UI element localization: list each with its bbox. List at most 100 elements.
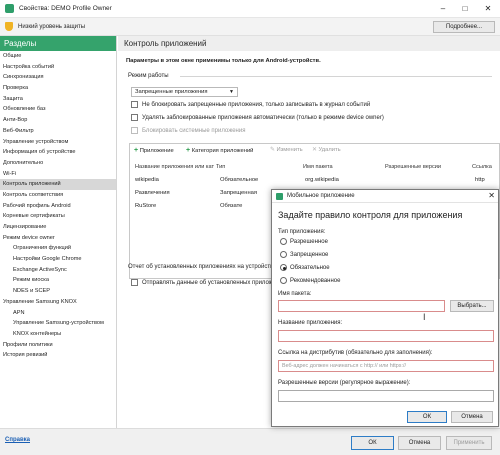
details-button[interactable]: Подробнее... bbox=[433, 21, 495, 33]
maximize-icon[interactable]: □ bbox=[455, 0, 475, 18]
package-input[interactable] bbox=[278, 300, 445, 312]
column-header-app-name[interactable]: Название приложения или кат bbox=[135, 164, 214, 170]
mode-select[interactable]: Запрещенные приложения ▼ bbox=[131, 87, 238, 97]
table-cell[interactable]: Обязате bbox=[220, 203, 242, 209]
sidebar-item-wifi[interactable]: Wi-Fi bbox=[0, 169, 116, 180]
app-icon bbox=[276, 193, 283, 200]
no-block-checkbox[interactable] bbox=[131, 101, 138, 108]
dialog-ok-button[interactable]: ОК bbox=[407, 411, 447, 423]
sidebar-item-eas[interactable]: Exchange ActiveSync bbox=[0, 265, 116, 276]
help-link[interactable]: Справка bbox=[5, 437, 30, 443]
text-cursor-icon: I bbox=[423, 312, 426, 322]
mode-group-label: Режим работы bbox=[128, 73, 169, 79]
sidebar-item-knox-containers[interactable]: KNOX контейнеры bbox=[0, 329, 116, 340]
browse-button[interactable]: Выбрать... bbox=[450, 300, 494, 312]
radio-required-label: Обязательное bbox=[290, 265, 330, 271]
sidebar-item-revision-history[interactable]: История ревизий bbox=[0, 350, 116, 361]
sidebar-item-policy-profiles[interactable]: Профили политики bbox=[0, 340, 116, 351]
sidebar-item-device-control[interactable]: Управление устройством bbox=[0, 137, 116, 148]
dialog-title-bar: Мобильное приложение ✕ bbox=[272, 190, 498, 203]
versions-input[interactable] bbox=[278, 390, 494, 402]
radio-forbidden-label: Запрещенное bbox=[290, 252, 329, 258]
table-cell[interactable]: RuStore bbox=[135, 203, 156, 209]
app-name-input[interactable] bbox=[278, 330, 494, 342]
minimize-icon[interactable]: – bbox=[433, 0, 453, 18]
delete-label: Удалить bbox=[318, 147, 341, 153]
close-icon[interactable]: ✕ bbox=[478, 0, 498, 18]
link-label: Ссылка на дистрибутив (обязательно для з… bbox=[278, 350, 433, 356]
plus-icon: + bbox=[186, 147, 191, 154]
sidebar-item-knox[interactable]: Управление Samsung KNOX bbox=[0, 297, 116, 308]
send-data-checkbox[interactable] bbox=[131, 279, 138, 286]
pencil-icon: ✎ bbox=[270, 147, 275, 153]
remove-blocked-checkbox[interactable] bbox=[131, 114, 138, 121]
sidebar-item-event-settings[interactable]: Настройка событий bbox=[0, 62, 116, 73]
cancel-button[interactable]: Отмена bbox=[398, 436, 441, 450]
dialog-title: Мобильное приложение bbox=[287, 193, 355, 199]
sidebar-item-general[interactable]: Общие bbox=[0, 51, 116, 62]
remove-blocked-label: Удалять заблокированные приложения автом… bbox=[142, 115, 384, 121]
table-cell[interactable]: wikipedia bbox=[135, 177, 159, 183]
no-block-label: Не блокировать запрещенные приложения, т… bbox=[142, 102, 371, 108]
sidebar-item-restrictions[interactable]: Ограничения функций bbox=[0, 243, 116, 254]
sidebar-item-anti-theft[interactable]: Анти-Вор bbox=[0, 115, 116, 126]
block-system-checkbox[interactable] bbox=[131, 127, 138, 134]
radio-required[interactable] bbox=[280, 264, 287, 271]
add-category-button[interactable]: + Категория приложений bbox=[186, 147, 253, 154]
sidebar-item-device-info[interactable]: Информация об устройстве bbox=[0, 147, 116, 158]
sidebar-item-advanced[interactable]: Дополнительно bbox=[0, 158, 116, 169]
apply-button[interactable]: Применить bbox=[446, 436, 492, 450]
column-header-type[interactable]: Тип bbox=[216, 164, 225, 170]
close-icon[interactable]: ✕ bbox=[488, 191, 495, 200]
sidebar-item-updates[interactable]: Обновление баз bbox=[0, 104, 116, 115]
column-header-package[interactable]: Имя пакета bbox=[303, 164, 333, 170]
radio-recommended[interactable] bbox=[280, 277, 287, 284]
app-icon bbox=[5, 4, 14, 13]
table-cell[interactable]: Запрещенная bbox=[220, 190, 257, 196]
ok-button[interactable]: ОК bbox=[351, 436, 394, 450]
radio-recommended-label: Рекомендованное bbox=[290, 278, 341, 284]
radio-allowed[interactable] bbox=[280, 238, 287, 245]
table-cell[interactable]: Развлечения bbox=[135, 190, 170, 196]
delete-icon: ✕ bbox=[312, 147, 317, 153]
shield-icon bbox=[5, 22, 13, 31]
radio-allowed-label: Разрешенное bbox=[290, 239, 328, 245]
sidebar-item-sync[interactable]: Синхронизация bbox=[0, 72, 116, 83]
radio-forbidden[interactable] bbox=[280, 251, 287, 258]
sidebar-item-kiosk[interactable]: Режим киоска bbox=[0, 275, 116, 286]
sidebar-item-samsung-device[interactable]: Управление Samsung-устройством bbox=[0, 318, 116, 329]
sidebar-item-app-control[interactable]: Контроль приложений bbox=[0, 179, 116, 190]
sidebar-item-licensing[interactable]: Лицензирование bbox=[0, 222, 116, 233]
chevron-down-icon: ▼ bbox=[229, 89, 234, 95]
column-header-link[interactable]: Ссылка bbox=[472, 164, 492, 170]
edit-label: Изменить bbox=[276, 147, 303, 153]
block-system-label: Блокировать системные приложения bbox=[142, 128, 246, 134]
android-only-note: Параметры в этом окне применимы только д… bbox=[126, 58, 321, 64]
sidebar-item-device-owner[interactable]: Режим device owner bbox=[0, 233, 116, 244]
page-title: Контроль приложений bbox=[118, 36, 500, 51]
column-header-versions[interactable]: Разрешенные версии bbox=[385, 164, 441, 170]
mobile-app-dialog: Мобильное приложение ✕ Задайте правило к… bbox=[271, 189, 499, 427]
app-name-label: Название приложения: bbox=[278, 320, 343, 326]
table-cell[interactable]: http bbox=[475, 177, 485, 183]
sidebar-item-work-profile[interactable]: Рабочий профиль Android bbox=[0, 201, 116, 212]
edit-button[interactable]: ✎ Изменить bbox=[270, 147, 303, 153]
table-cell[interactable]: org.wikipedia bbox=[305, 177, 339, 183]
sidebar-item-scan[interactable]: Проверка bbox=[0, 83, 116, 94]
title-bar: Свойства: DEMO Profile Owner – □ ✕ bbox=[0, 0, 500, 18]
sidebar-item-compliance[interactable]: Контроль соответствия bbox=[0, 190, 116, 201]
delete-button[interactable]: ✕ Удалить bbox=[312, 147, 341, 153]
sidebar-item-web-filter[interactable]: Веб-Фильтр bbox=[0, 126, 116, 137]
security-bar: Низкий уровень защиты Подробнее... bbox=[0, 18, 500, 36]
sidebar-item-protection[interactable]: Защита bbox=[0, 94, 116, 105]
sidebar-item-ndes[interactable]: NDES и SCEP bbox=[0, 286, 116, 297]
dialog-cancel-button[interactable]: Отмена bbox=[451, 411, 493, 423]
sidebar-item-apn[interactable]: APN bbox=[0, 308, 116, 319]
sidebar-header: Разделы bbox=[0, 36, 116, 51]
mode-select-value: Запрещенные приложения bbox=[135, 89, 208, 95]
sidebar-item-chrome[interactable]: Настройки Google Chrome bbox=[0, 254, 116, 265]
add-app-button[interactable]: + Приложение bbox=[134, 147, 174, 154]
sidebar-item-root-certs[interactable]: Корневые сертификаты bbox=[0, 211, 116, 222]
table-cell[interactable]: Обязательное bbox=[220, 177, 258, 183]
link-input[interactable]: Веб-адрес должен начинаться с http:// ил… bbox=[278, 360, 494, 372]
